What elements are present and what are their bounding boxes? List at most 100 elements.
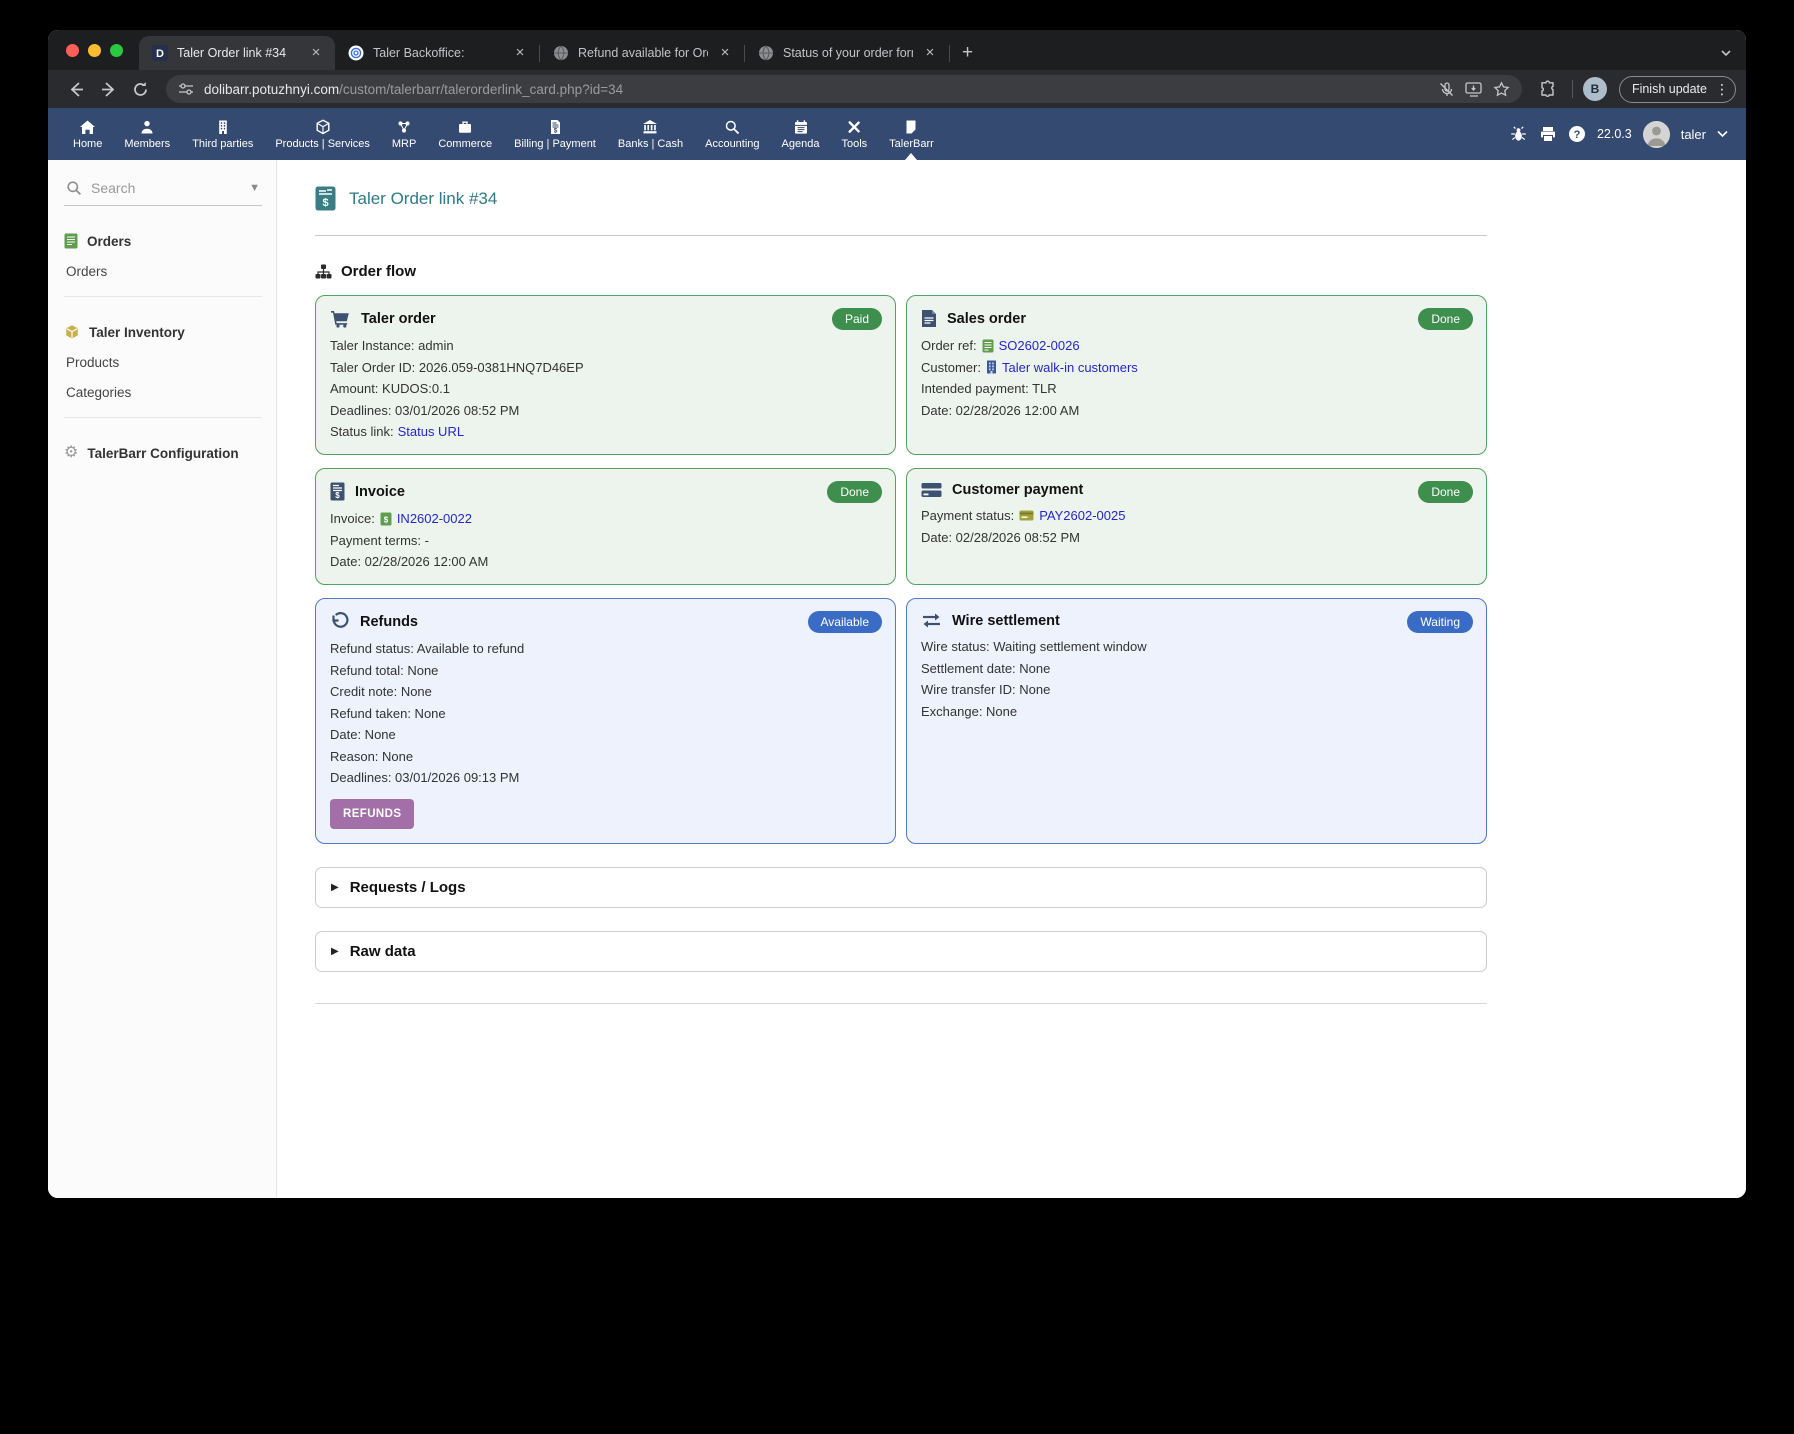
tab-close-icon[interactable]: × (716, 44, 734, 62)
sidebar-search[interactable]: ▼ (64, 178, 262, 206)
svg-text:$: $ (384, 515, 389, 524)
user-avatar[interactable] (1642, 120, 1670, 148)
bookmark-star-icon[interactable] (1493, 80, 1510, 98)
tab-close-icon[interactable]: × (307, 44, 325, 62)
status-url-link[interactable]: Status URL (398, 423, 464, 440)
page-body: ▼ Orders Orders Taler Inventory Products… (48, 160, 1746, 1198)
orders-document-icon (64, 233, 78, 249)
building-blue-icon (986, 360, 997, 374)
menu-accounting[interactable]: Accounting (694, 108, 770, 160)
card-title: Customer payment (952, 482, 1084, 498)
menu-agenda[interactable]: Agenda (771, 108, 831, 160)
menu-banks-cash[interactable]: Banks | Cash (607, 108, 694, 160)
username-label: taler (1680, 126, 1706, 142)
menu-members[interactable]: Members (113, 108, 181, 160)
invoice-document-icon: $ (330, 482, 345, 501)
toolbar-separator (1571, 80, 1573, 98)
install-app-icon[interactable] (1465, 81, 1483, 97)
gear-icon: ⚙ (64, 444, 79, 461)
tab-taler-order-link[interactable]: D Taler Order link #34 × (139, 36, 335, 70)
card-title: Invoice (355, 483, 405, 500)
browser-menu-dots-icon[interactable]: ⋮ (1715, 81, 1729, 98)
menu-home[interactable]: Home (62, 108, 113, 160)
menu-third-parties[interactable]: Third parties (181, 108, 264, 160)
card-row: Deadlines: 03/01/2026 08:52 PM (330, 402, 520, 418)
sidebar-divider (64, 417, 262, 418)
close-window-button[interactable] (66, 43, 79, 57)
forward-button[interactable] (94, 75, 122, 103)
raw-data-section[interactable]: ▶ Raw data (315, 931, 1487, 972)
address-bar[interactable]: dolibarr.potuzhnyi.com/custom/talerbarr/… (166, 75, 1522, 103)
user-menu-chevron-icon[interactable] (1717, 130, 1728, 138)
fullscreen-window-button[interactable] (110, 43, 123, 57)
back-button[interactable] (62, 75, 90, 103)
menu-billing-payment[interactable]: $ Billing | Payment (503, 108, 607, 160)
debug-bug-icon[interactable] (1509, 126, 1528, 143)
tab-title: Taler Backoffice: (373, 46, 465, 60)
sidebar-divider (64, 296, 262, 297)
tab-close-icon[interactable]: × (511, 44, 529, 62)
reload-button[interactable] (126, 75, 154, 103)
browser-profile-avatar[interactable]: B (1582, 77, 1607, 101)
tab-taler-backoffice[interactable]: Taler Backoffice: × (335, 36, 539, 70)
invoice-link[interactable]: IN2602-0022 (397, 510, 472, 527)
macos-window-controls (48, 30, 139, 70)
payment-link[interactable]: PAY2602-0025 (1039, 507, 1125, 524)
tab-refund-available[interactable]: Refund available for Order to × (540, 36, 744, 70)
card-row: Wire transfer ID: None (921, 682, 1051, 697)
card-row: Date: 02/28/2026 08:52 PM (921, 529, 1081, 545)
print-icon[interactable] (1539, 126, 1557, 142)
sidebar-section-taler-inventory[interactable]: Taler Inventory (64, 324, 262, 340)
page-title-row: $ Taler Order link #34 (315, 180, 1487, 211)
search-icon (66, 180, 82, 196)
tab-order-status[interactable]: Status of your order forrefund × (745, 36, 949, 70)
refunds-button[interactable]: REFUNDS (330, 799, 415, 829)
help-icon[interactable]: ? (1568, 125, 1586, 143)
status-badge: Done (1418, 481, 1473, 503)
sidebar-link-orders[interactable]: Orders (64, 264, 262, 279)
dolibarr-favicon-icon: D (152, 45, 168, 61)
sidebar-section-talerbarr-config[interactable]: ⚙ TalerBarr Configuration (64, 445, 262, 461)
url-text: dolibarr.potuzhnyi.com/custom/talerbarr/… (204, 81, 624, 97)
status-badge: Done (827, 481, 882, 503)
title-divider (315, 235, 1487, 236)
new-tab-button[interactable]: + (950, 42, 985, 64)
extensions-puzzle-icon[interactable] (1534, 75, 1562, 103)
tab-strip: D Taler Order link #34 × Taler Backoffic… (48, 30, 1746, 70)
site-settings-icon[interactable] (178, 82, 194, 96)
tab-title: Status of your order forrefund (783, 46, 913, 60)
taler-favicon-icon (348, 45, 364, 61)
sales-order-link[interactable]: SO2602-0026 (999, 337, 1080, 354)
card-title: Taler order (361, 310, 436, 327)
menu-commerce[interactable]: Commerce (427, 108, 503, 160)
minimize-window-button[interactable] (88, 43, 101, 57)
menu-talerbarr[interactable]: TalerBarr (878, 108, 945, 160)
card-customer-payment: Customer payment Done Payment status: PA… (906, 468, 1487, 585)
svg-text:$: $ (322, 197, 328, 209)
menu-mrp[interactable]: MRP (381, 108, 427, 160)
card-row: Settlement date: None (921, 660, 1051, 676)
card-row: Deadlines: 03/01/2026 09:13 PM (330, 770, 520, 785)
left-sidebar: ▼ Orders Orders Taler Inventory Products… (48, 160, 277, 1198)
sidebar-section-orders[interactable]: Orders (64, 233, 262, 249)
card-row: Customer: Taler walk-in customers (921, 359, 1138, 376)
svg-text:$: $ (554, 127, 558, 134)
mic-blocked-icon[interactable] (1438, 81, 1455, 98)
tab-search-chevron-icon[interactable] (1720, 47, 1746, 59)
order-flow-heading: Order flow (315, 263, 1487, 280)
tab-close-icon[interactable]: × (921, 44, 939, 62)
sidebar-link-products[interactable]: Products (64, 355, 262, 370)
menu-products-services[interactable]: Products | Services (264, 108, 381, 160)
svg-text:?: ? (1574, 129, 1581, 141)
requests-logs-section[interactable]: ▶ Requests / Logs (315, 867, 1487, 908)
search-dropdown-caret-icon[interactable]: ▼ (249, 182, 260, 194)
finish-update-button[interactable]: Finish update ⋮ (1618, 75, 1736, 103)
card-invoice: $ Invoice Done Invoice: $ IN2602-0022 Pa… (315, 468, 896, 585)
menu-tools[interactable]: Tools (830, 108, 878, 160)
main-area: $ Taler Order link #34 Order flow Taler … (277, 160, 1746, 1198)
dolibarr-top-menu: Home Members Third parties Products | Se… (48, 108, 1746, 160)
sidebar-link-categories[interactable]: Categories (64, 385, 262, 400)
customer-link[interactable]: Taler walk-in customers (1002, 359, 1138, 376)
card-row: Wire status: Waiting settlement window (921, 639, 1147, 654)
search-input[interactable] (91, 180, 241, 196)
